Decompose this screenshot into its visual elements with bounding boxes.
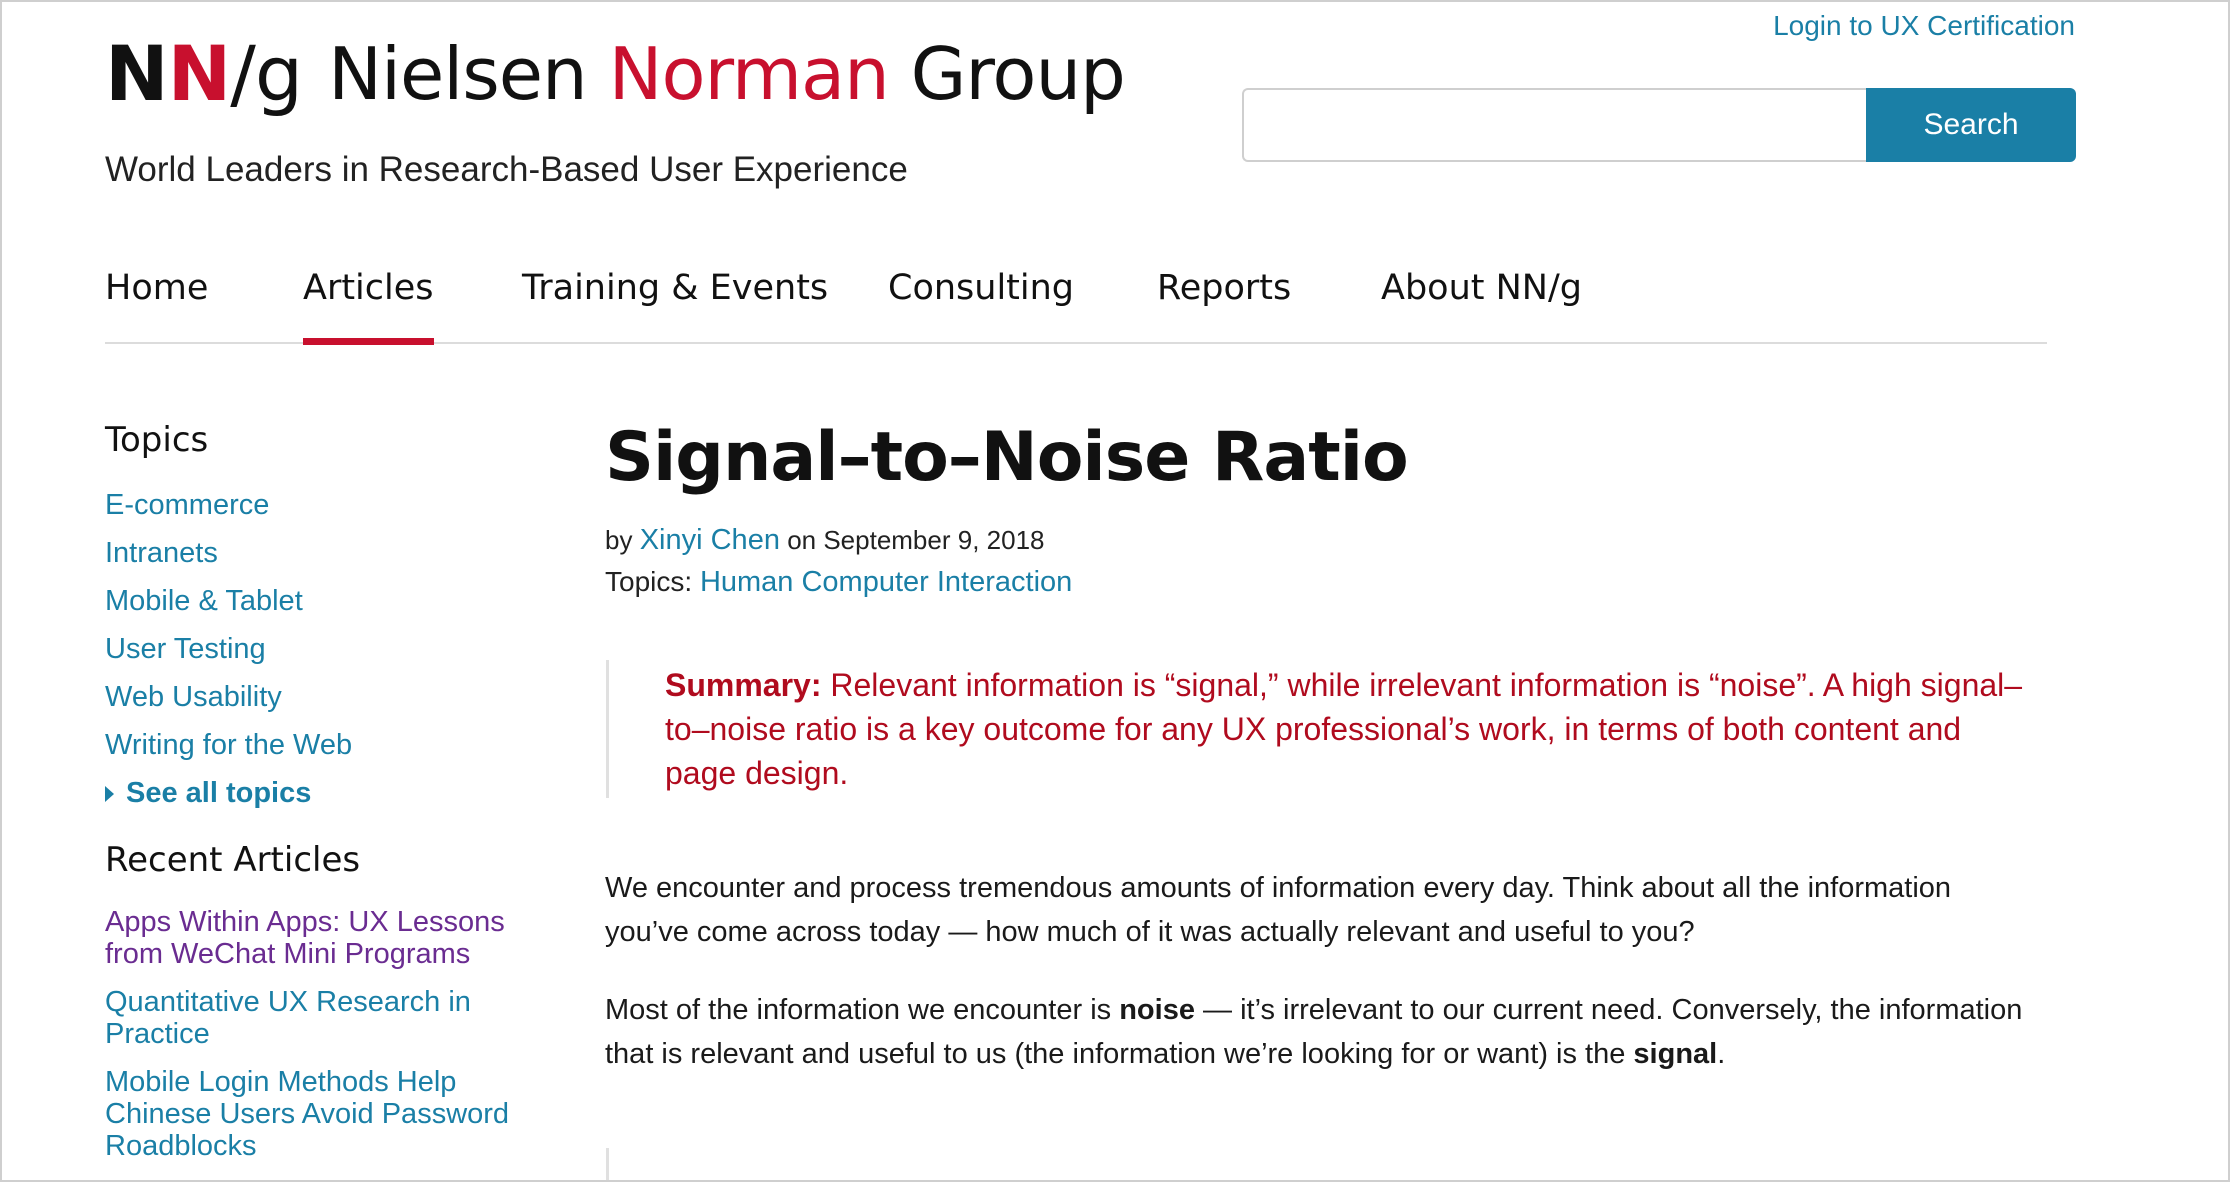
para2-end: . (1717, 1038, 1726, 1070)
login-link[interactable]: Login to UX Certification (1773, 10, 2075, 42)
nav-training-events[interactable]: Training & Events (522, 268, 828, 342)
blockquote-border (606, 1148, 609, 1180)
topic-link-user-testing[interactable]: User Testing (105, 635, 266, 664)
logo-mark-rest: /g (230, 29, 303, 118)
article-title: Signal–to–Noise Ratio (605, 418, 1409, 497)
para2-text-a: Most of the information we encounter is (605, 994, 1112, 1026)
search-input[interactable] (1242, 88, 1866, 162)
article-paragraph: We encounter and process tremendous amou… (605, 872, 1952, 948)
nav-about[interactable]: About NN/g (1381, 268, 1582, 342)
topics-prefix: Topics: (605, 566, 693, 597)
logo-word-group: Group (910, 32, 1126, 116)
nav-home[interactable]: Home (105, 268, 208, 342)
logo-word-norman: Norman (608, 32, 890, 116)
nav-articles[interactable]: Articles (303, 268, 434, 345)
article-topics: Topics: Human Computer Interaction (605, 566, 1072, 599)
topic-link-writing-for-web[interactable]: Writing for the Web (105, 731, 352, 760)
nav-consulting[interactable]: Consulting (888, 268, 1074, 342)
publish-date: on September 9, 2018 (787, 525, 1045, 555)
para2-bold-signal: signal (1633, 1038, 1718, 1070)
search-button[interactable]: Search (1866, 88, 2076, 162)
see-all-topics-link[interactable]: See all topics (105, 777, 311, 810)
byline: by Xinyi Chen on September 9, 2018 (605, 524, 1044, 557)
logo-mark-n1: N (105, 29, 169, 118)
nav-reports[interactable]: Reports (1157, 268, 1291, 342)
recent-article-link[interactable]: Quantitative UX Research in Practice (105, 986, 525, 1050)
search-bar: Search (1242, 88, 2076, 162)
logo-word-nielsen: Nielsen (328, 32, 588, 116)
tagline: World Leaders in Research-Based User Exp… (105, 150, 908, 189)
topic-link-intranets[interactable]: Intranets (105, 539, 218, 568)
summary-text: Summary: Relevant information is “signal… (665, 663, 2025, 795)
logo-mark: NN/g (105, 36, 303, 112)
logo-wordmark: Nielsen Norman Group (328, 38, 1126, 110)
article-paragraph: Most of the information we encounter is … (605, 988, 2025, 1076)
topic-link-web-usability[interactable]: Web Usability (105, 683, 282, 712)
topics-heading: Topics (105, 420, 209, 460)
summary-label: Summary: (665, 667, 822, 703)
topic-link-ecommerce[interactable]: E-commerce (105, 491, 269, 520)
author-link[interactable]: Xinyi Chen (640, 524, 780, 556)
caret-right-icon (105, 785, 114, 802)
para2-bold-noise: noise (1119, 994, 1195, 1026)
article-summary: Summary: Relevant information is “signal… (606, 660, 2065, 798)
topic-link-mobile-tablet[interactable]: Mobile & Tablet (105, 587, 303, 616)
see-all-topics-label: See all topics (126, 777, 312, 809)
main-nav: Home Articles Training & Events Consulti… (105, 258, 2047, 345)
topic-link-hci[interactable]: Human Computer Interaction (700, 566, 1072, 598)
recent-article-link[interactable]: Apps Within Apps: UX Lessons from WeChat… (105, 906, 525, 970)
logo[interactable]: NN/g Nielsen Norman Group (105, 24, 1126, 124)
recent-articles-heading: Recent Articles (105, 840, 361, 880)
recent-article-link[interactable]: Mobile Login Methods Help Chinese Users … (105, 1066, 525, 1162)
summary-body: Relevant information is “signal,” while … (665, 667, 2023, 791)
logo-mark-n2: N (167, 29, 232, 118)
byline-prefix: by (605, 525, 633, 555)
